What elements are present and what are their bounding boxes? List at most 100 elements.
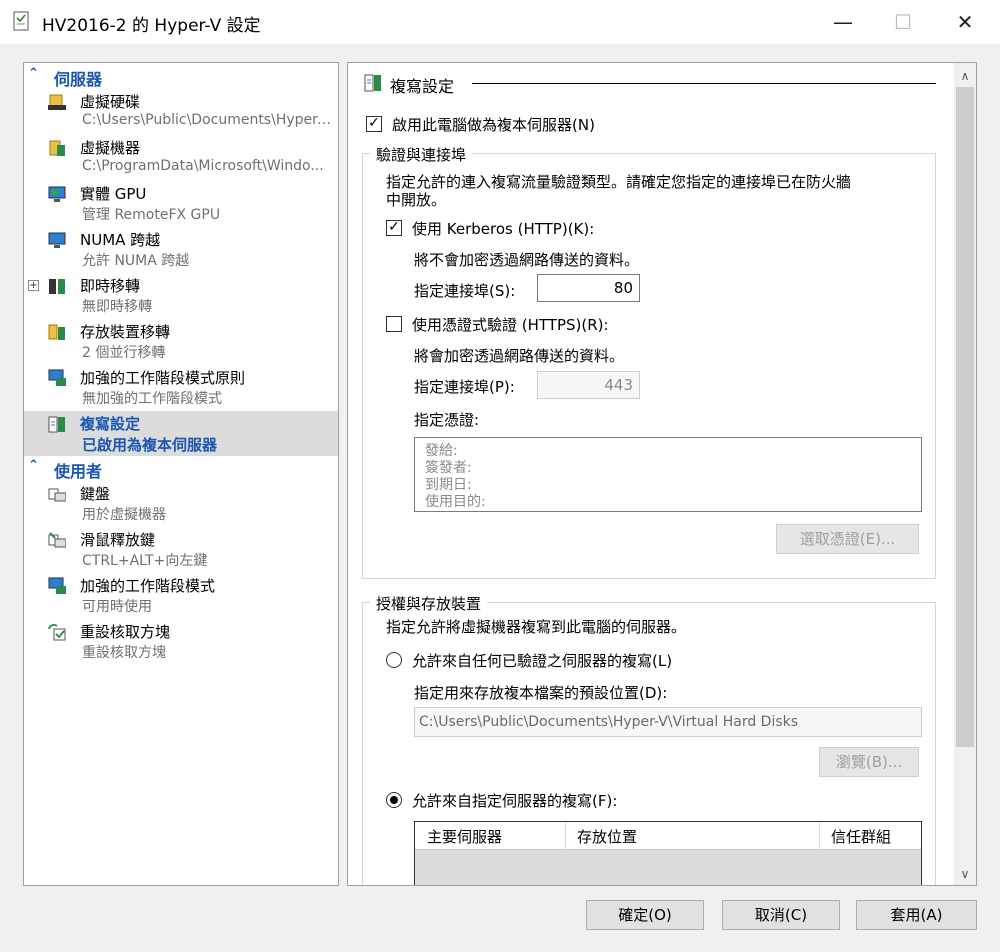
ok-button[interactable]: 確定(O) [586, 900, 704, 930]
any-server-label: 允許來自任何已驗證之伺服器的複寫(L) [412, 652, 673, 670]
item-sub: C:\ProgramData\Microsoft\Windo... [82, 158, 324, 174]
sidebar-item-reset-checkboxes[interactable]: 重設核取方塊 重設核取方塊 [24, 619, 338, 664]
sidebar-item-virtual-hard-disks[interactable]: 虛擬硬碟 C:\Users\Public\Documents\Hyper-... [24, 89, 338, 134]
table-header-row: 主要伺服器 存放位置 信任群組 [415, 822, 921, 850]
close-button[interactable]: ✕ [942, 8, 988, 36]
auth-port-group [362, 153, 936, 579]
col-storage-location[interactable]: 存放位置 [577, 826, 637, 847]
mouse-release-icon [48, 532, 66, 548]
kerberos-port-input[interactable]: 80 [537, 274, 640, 302]
item-sub: CTRL+ALT+向左鍵 [82, 553, 208, 569]
sidebar-item-enhanced-session-policy[interactable]: 加強的工作階段模式原則 無加強的工作階段模式 [24, 365, 338, 410]
item-label: 複寫設定 [80, 415, 141, 433]
item-sub: 已啟用為複本伺服器 [82, 436, 218, 454]
auth-storage-title: 授權與存放裝置 [370, 593, 488, 614]
keyboard-icon [48, 488, 66, 502]
item-label: 鍵盤 [80, 485, 111, 503]
radio-selected-dot [390, 796, 398, 804]
numa-monitor-icon [48, 232, 66, 248]
section-header-server[interactable]: ⌃ 伺服器 [24, 65, 338, 89]
sidebar-item-replication[interactable]: 複寫設定 已啟用為複本伺服器 [24, 411, 338, 456]
reset-checkbox-icon [48, 624, 66, 641]
scroll-down-icon[interactable]: ∨ [954, 863, 976, 885]
section-header-user[interactable]: ⌃ 使用者 [24, 457, 338, 481]
specified-servers-radio[interactable] [386, 792, 402, 808]
scrollbar-thumb[interactable] [956, 87, 974, 747]
cert-label: 指定憑證: [414, 411, 480, 429]
item-sub: 用於虛擬機器 [82, 507, 166, 523]
hard-disk-icon [48, 94, 66, 110]
item-sub: 允許 NUMA 跨越 [82, 253, 190, 269]
storage-migration-icon [48, 324, 65, 340]
live-migration-icon [49, 279, 65, 294]
sidebar-item-physical-gpu[interactable]: 實體 GPU 管理 RemoteFX GPU [24, 181, 338, 226]
enable-replica-checkbox[interactable]: ✓ [366, 116, 382, 132]
cert-port-input[interactable]: 443 [537, 371, 640, 399]
sidebar-item-storage-migrations[interactable]: 存放裝置移轉 2 個並行移轉 [24, 319, 338, 364]
item-label: 存放裝置移轉 [80, 323, 171, 341]
cancel-button[interactable]: 取消(C) [722, 900, 840, 930]
vertical-scrollbar[interactable]: ∧ ∨ [954, 63, 976, 885]
default-location-label: 指定用來存放複本檔案的預設位置(D): [414, 684, 668, 702]
item-label: 滑鼠釋放鍵 [80, 531, 156, 549]
cert-auth-checkbox[interactable] [386, 316, 402, 332]
item-sub: 無即時移轉 [82, 299, 152, 315]
column-divider [819, 822, 820, 850]
item-label: 加強的工作階段模式 [80, 577, 216, 595]
cert-port-label: 指定連接埠(P): [414, 378, 515, 396]
sidebar-item-enhanced-session[interactable]: 加強的工作階段模式 可用時使用 [24, 573, 338, 618]
auth-desc-line2: 中開放。 [386, 191, 447, 209]
sidebar-item-numa-spanning[interactable]: NUMA 跨越 允許 NUMA 跨越 [24, 227, 338, 272]
settings-navigation: ⌃ 伺服器 虛擬硬碟 C:\Users\Public\Documents\Hyp… [23, 62, 339, 886]
browse-button[interactable]: 瀏覽(B)... [819, 747, 919, 777]
column-divider [565, 822, 566, 850]
section-label: 使用者 [54, 462, 103, 481]
item-label: 重設核取方塊 [80, 623, 171, 641]
item-sub: 重設核取方塊 [82, 645, 166, 661]
kerberos-port-label: 指定連接埠(S): [414, 282, 516, 300]
sidebar-item-virtual-machines[interactable]: 虛擬機器 C:\ProgramData\Microsoft\Windo... [24, 135, 338, 180]
item-label: 實體 GPU [80, 185, 147, 203]
any-server-radio[interactable] [386, 652, 402, 668]
kerberos-checkbox[interactable]: ✓ [386, 220, 402, 236]
item-label: 虛擬機器 [80, 139, 141, 157]
item-label: 即時移轉 [80, 277, 141, 295]
server-table[interactable]: 主要伺服器 存放位置 信任群組 [414, 821, 922, 885]
apply-button[interactable]: 套用(A) [856, 900, 977, 930]
item-label: 加強的工作階段模式原則 [80, 369, 246, 387]
scroll-up-icon[interactable]: ∧ [954, 65, 976, 87]
item-sub: 管理 RemoteFX GPU [82, 207, 221, 223]
collapse-chevron-icon: ⌃ [28, 66, 39, 81]
item-sub: 無加強的工作階段模式 [82, 391, 222, 407]
kerberos-label: 使用 Kerberos (HTTP)(K): [412, 220, 595, 238]
minimize-button[interactable]: — [820, 8, 866, 36]
item-sub: 可用時使用 [82, 599, 152, 615]
kerberos-note: 將不會加密透過網路傳送的資料。 [414, 251, 640, 269]
section-label: 伺服器 [54, 70, 103, 89]
col-trust-group[interactable]: 信任群組 [831, 826, 891, 847]
enhanced-session-icon [48, 577, 66, 594]
specified-servers-label: 允許來自指定伺服器的複寫(F): [412, 792, 618, 810]
col-primary-server[interactable]: 主要伺服器 [427, 826, 502, 847]
header-divider [472, 83, 936, 84]
enable-replica-label: 啟用此電腦做為複本伺服器(N) [392, 116, 595, 134]
cert-purpose: 使用目的: [425, 494, 486, 510]
sidebar-item-mouse-release-key[interactable]: 滑鼠釋放鍵 CTRL+ALT+向左鍵 [24, 527, 338, 572]
sidebar-item-live-migrations[interactable]: + 即時移轉 無即時移轉 [24, 273, 338, 318]
cert-info-box: 發給: 簽發者: 到期日: 使用目的: [414, 437, 922, 512]
item-label: 虛擬硬碟 [80, 93, 141, 111]
page-title: 複寫設定 [390, 77, 455, 96]
maximize-button[interactable]: ☐ [880, 8, 926, 36]
item-sub: 2 個並行移轉 [82, 345, 166, 361]
replication-header-icon [364, 74, 381, 92]
virtual-machine-icon [49, 140, 65, 156]
sidebar-item-keyboard[interactable]: 鍵盤 用於虛擬機器 [24, 481, 338, 526]
default-location-input[interactable]: C:\Users\Public\Documents\Hyper-V\Virtua… [414, 707, 922, 737]
replication-icon [48, 416, 65, 433]
auth-group-title: 驗證與連接埠 [370, 144, 473, 165]
cert-note: 將會加密透過網路傳送的資料。 [414, 347, 625, 365]
item-label: NUMA 跨越 [80, 231, 161, 249]
expand-icon[interactable]: + [28, 280, 39, 291]
enhanced-session-policy-icon [48, 369, 66, 386]
select-certificate-button[interactable]: 選取憑證(E)... [776, 524, 919, 554]
